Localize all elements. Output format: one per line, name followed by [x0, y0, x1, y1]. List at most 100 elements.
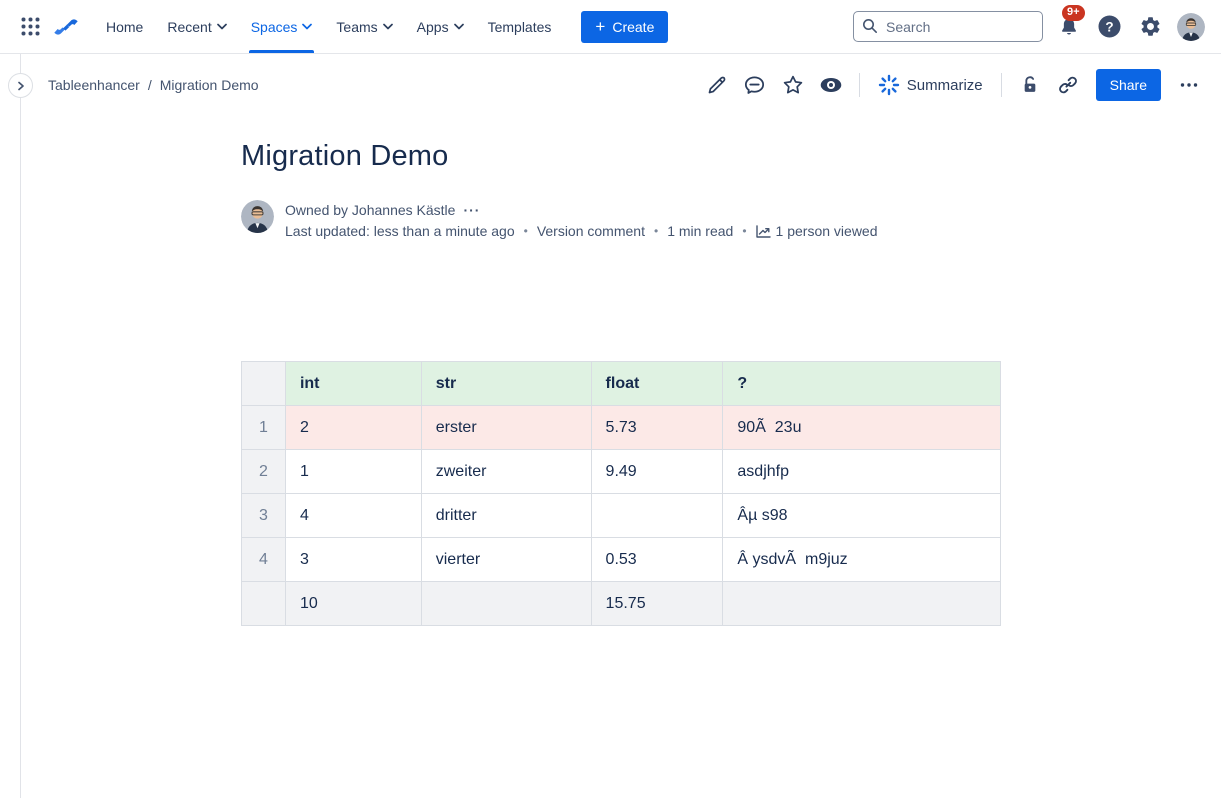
restrictions-button[interactable]	[1014, 69, 1046, 101]
column-header[interactable]: int	[285, 362, 421, 406]
chevron-down-icon	[383, 23, 393, 30]
nav-item-home[interactable]: Home	[94, 0, 155, 53]
row-number-cell	[242, 582, 286, 626]
ai-sparkle-icon	[878, 74, 900, 96]
settings-button[interactable]	[1136, 13, 1164, 41]
row-number-cell[interactable]: 1	[242, 406, 286, 450]
column-header[interactable]: str	[421, 362, 591, 406]
more-icon	[1178, 74, 1200, 96]
primary-nav: Home Recent Spaces Teams Apps Templates	[94, 0, 563, 53]
more-actions-button[interactable]	[1173, 69, 1205, 101]
page-header-row: Tableenhancer / Migration Demo	[0, 54, 1221, 116]
divider	[1001, 73, 1002, 97]
notifications-button[interactable]: 9+	[1056, 14, 1082, 40]
eye-icon	[818, 72, 844, 98]
table-cell[interactable]: 9.49	[591, 450, 723, 494]
create-button[interactable]: + Create	[581, 11, 668, 43]
expand-sidebar-button[interactable]	[8, 73, 33, 98]
last-updated-text[interactable]: Last updated: less than a minute ago	[285, 221, 515, 241]
summarize-label: Summarize	[907, 77, 983, 94]
nav-item-label: Recent	[167, 19, 211, 35]
table-cell[interactable]: erster	[421, 406, 591, 450]
app-switcher-button[interactable]	[14, 11, 46, 43]
divider	[859, 73, 860, 97]
chevron-down-icon	[302, 23, 312, 30]
nav-item-apps[interactable]: Apps	[405, 0, 476, 53]
table-cell[interactable]: 3	[285, 538, 421, 582]
table-cell[interactable]: 90Ã 23u	[723, 406, 1001, 450]
data-table: int str float ? 1 2 erster 5.73 90Ã 23u …	[241, 361, 1001, 626]
confluence-logo-icon	[53, 14, 79, 40]
svg-text:?: ?	[1105, 19, 1113, 34]
version-comment-link[interactable]: Version comment	[537, 221, 645, 241]
table-cell[interactable]: 2	[285, 406, 421, 450]
search-container	[853, 11, 1043, 42]
confluence-logo[interactable]	[50, 11, 82, 43]
owned-by-text[interactable]: Owned by Johannes Kästle	[285, 200, 455, 220]
app-grid-icon	[20, 16, 41, 37]
favorite-button[interactable]	[777, 69, 809, 101]
content-area: Tableenhancer / Migration Demo	[0, 54, 1221, 798]
table-cell[interactable]: 4	[285, 494, 421, 538]
comment-icon	[742, 73, 767, 98]
nav-item-templates[interactable]: Templates	[476, 0, 564, 53]
owner-more-button[interactable]: ···	[463, 202, 480, 218]
table-footer-row: 10 15.75	[242, 582, 1001, 626]
search-input[interactable]	[853, 11, 1043, 42]
table-row: 3 4 dritter Âµ s98	[242, 494, 1001, 538]
viewed-text: 1 person viewed	[776, 221, 878, 241]
nav-item-label: Spaces	[251, 19, 298, 35]
breadcrumb: Tableenhancer / Migration Demo	[48, 77, 259, 93]
nav-item-label: Apps	[417, 19, 449, 35]
breadcrumb-page-link[interactable]: Migration Demo	[160, 77, 259, 93]
column-header[interactable]: float	[591, 362, 723, 406]
help-button[interactable]: ?	[1095, 13, 1123, 41]
page-content: Migration Demo Owned by Johannes Kästle …	[241, 140, 1001, 626]
summarize-button[interactable]: Summarize	[872, 70, 989, 100]
copy-link-button[interactable]	[1052, 69, 1084, 101]
comment-button[interactable]	[739, 69, 771, 101]
row-number-cell[interactable]: 2	[242, 450, 286, 494]
help-icon: ?	[1097, 14, 1122, 39]
table-cell[interactable]: 15.75	[591, 582, 723, 626]
analytics-link[interactable]: 1 person viewed	[756, 221, 878, 241]
byline: Owned by Johannes Kästle ··· Last update…	[241, 200, 1001, 241]
edit-button[interactable]	[701, 69, 733, 101]
table-cell[interactable]: 10	[285, 582, 421, 626]
gear-icon	[1139, 15, 1162, 38]
row-number-cell[interactable]: 4	[242, 538, 286, 582]
table-cell[interactable]: vierter	[421, 538, 591, 582]
column-header[interactable]: ?	[723, 362, 1001, 406]
table-cell[interactable]: asdjhfp	[723, 450, 1001, 494]
table-cell[interactable]: 5.73	[591, 406, 723, 450]
table-cell[interactable]	[591, 494, 723, 538]
share-button[interactable]: Share	[1096, 69, 1161, 101]
nav-item-label: Teams	[336, 19, 377, 35]
table-row: 2 1 zweiter 9.49 asdjhfp	[242, 450, 1001, 494]
read-time-text: 1 min read	[667, 221, 733, 241]
chevron-right-icon	[17, 81, 25, 91]
row-number-cell[interactable]: 3	[242, 494, 286, 538]
table-cell[interactable]	[723, 582, 1001, 626]
table-cell[interactable]	[421, 582, 591, 626]
nav-item-recent[interactable]: Recent	[155, 0, 238, 53]
owner-avatar[interactable]	[241, 200, 274, 233]
analytics-chart-icon	[756, 225, 771, 238]
table-cell[interactable]: zweiter	[421, 450, 591, 494]
table-row: 1 2 erster 5.73 90Ã 23u	[242, 406, 1001, 450]
table-cell[interactable]: Â ysdvÃ m9juz	[723, 538, 1001, 582]
breadcrumb-space-link[interactable]: Tableenhancer	[48, 77, 140, 93]
chevron-down-icon	[217, 23, 227, 30]
user-avatar[interactable]	[1177, 13, 1205, 41]
nav-item-label: Home	[106, 19, 143, 35]
nav-item-teams[interactable]: Teams	[324, 0, 404, 53]
nav-item-spaces[interactable]: Spaces	[239, 0, 325, 53]
table-cell[interactable]: Âµ s98	[723, 494, 1001, 538]
table-cell[interactable]: 0.53	[591, 538, 723, 582]
sidebar-divider	[20, 54, 21, 798]
unlock-icon	[1019, 74, 1041, 96]
watch-button[interactable]	[815, 69, 847, 101]
table-cell[interactable]: 1	[285, 450, 421, 494]
table-cell[interactable]: dritter	[421, 494, 591, 538]
table-header-row: int str float ?	[242, 362, 1001, 406]
